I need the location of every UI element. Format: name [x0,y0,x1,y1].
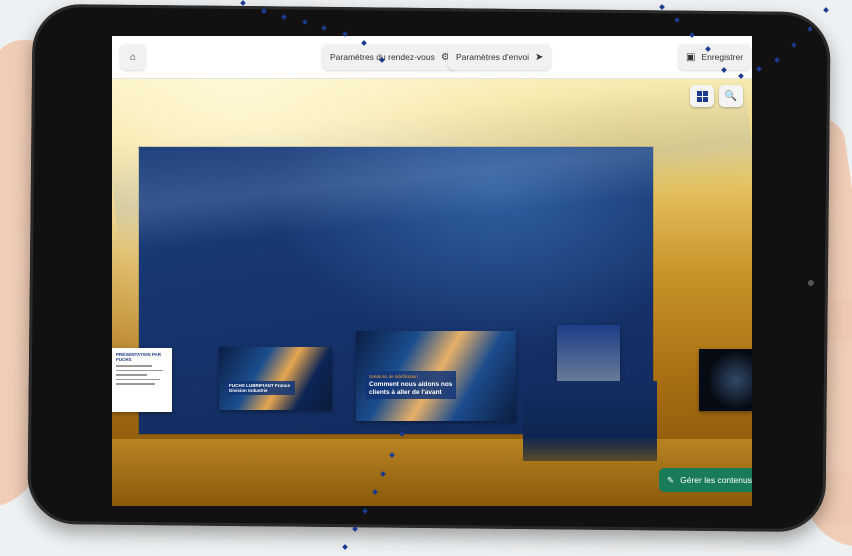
home-button[interactable]: ⌂ [120,44,146,70]
layout-button[interactable] [690,85,714,107]
send-settings-label: Paramètres d'envoi [456,52,529,62]
poster-2-kicker: Solutions de lubrification [369,374,418,379]
dot [342,544,348,550]
poster-2-label-box: Solutions de lubrification Comment nous … [366,371,456,400]
edit-icon: ✎ [667,474,675,485]
grid-icon [696,90,708,102]
dot [240,0,246,6]
document-line [116,378,161,380]
poster-brochure[interactable] [557,325,620,384]
paper-plane-icon: ➤ [534,51,544,63]
poster-division-industrie[interactable]: FUCHS LUBRIFIANT France Division Industr… [219,347,332,410]
meeting-settings-label: Paramètres du rendez-vous [330,52,435,62]
poster-globe[interactable] [699,349,752,411]
document-line [116,369,163,371]
document-line [116,365,153,367]
dot [823,7,829,13]
save-label: Enregistrer [701,52,744,62]
virtual-stand-scene[interactable]: 🔍 PRÉSENTATION PAR FUCHS FUCHS LUBRIFIAN… [112,75,752,506]
poster-main-video[interactable]: Solutions de lubrification Comment nous … [356,331,516,421]
search-icon: 🔍 [724,90,738,102]
stand-counter [523,381,657,461]
poster-1-label: FUCHS LUBRIFIANT France Division Industr… [227,381,295,395]
search-button[interactable]: 🔍 [719,85,743,107]
manage-contents-label: Gérer les contenus [680,475,752,485]
poster-2-label: Comment nous aidons nos clients à aller … [369,381,453,396]
camera-dot [807,279,814,287]
document-line [116,383,155,385]
document-line [116,374,148,376]
send-settings-button[interactable]: Paramètres d'envoi ➤ [448,44,552,70]
document-poster[interactable]: PRÉSENTATION PAR FUCHS [112,348,172,412]
dot [659,4,665,10]
floppy-disk-icon: ▣ [686,51,696,63]
manage-contents-button[interactable]: ✎ Gérer les contenus [659,468,752,492]
document-title: PRÉSENTATION PAR FUCHS [116,352,162,362]
home-icon: ⌂ [129,51,137,63]
tablet-screen: ⌂ Paramètres du rendez-vous ⚙ Paramètres… [112,36,752,506]
top-toolbar: ⌂ Paramètres du rendez-vous ⚙ Paramètres… [112,36,752,79]
meeting-settings-button[interactable]: Paramètres du rendez-vous ⚙ [322,44,458,70]
save-button[interactable]: ▣ Enregistrer [678,44,752,70]
